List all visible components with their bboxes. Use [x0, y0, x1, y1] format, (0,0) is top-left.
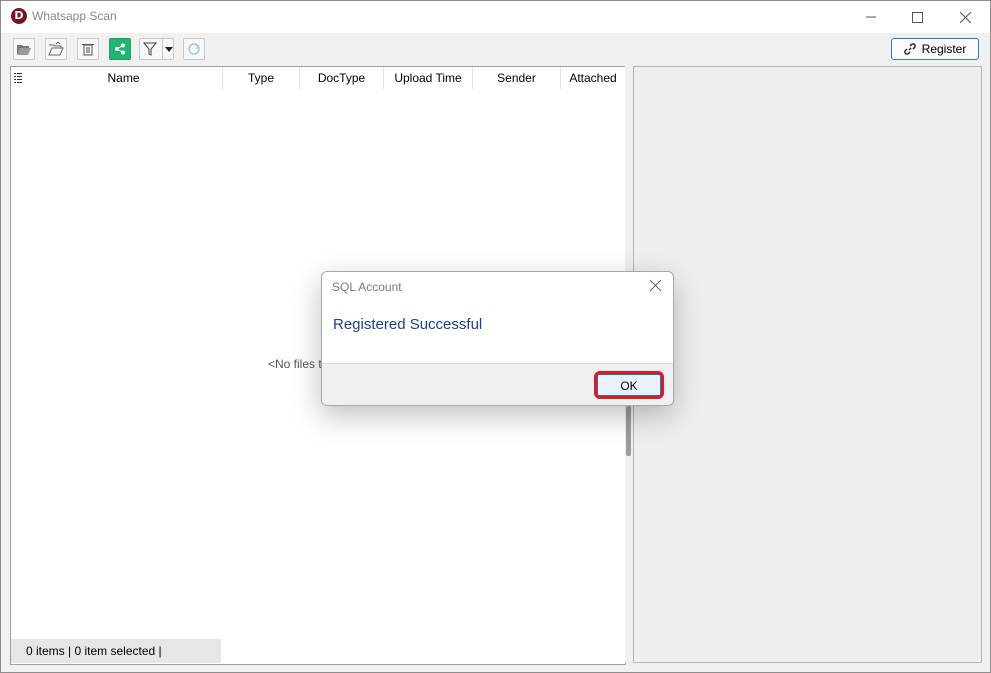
filter-button[interactable] — [139, 38, 174, 60]
maximize-icon — [911, 11, 923, 23]
dialog-close-icon[interactable] — [649, 279, 663, 293]
share-icon — [115, 43, 125, 55]
column-header-attached[interactable]: Attached — [561, 67, 625, 89]
ok-button-highlight — [594, 371, 664, 399]
empty-list-message: <No files t — [268, 357, 322, 371]
column-chooser-icon[interactable] — [11, 67, 25, 89]
filter-icon — [143, 42, 157, 56]
link-icon — [903, 43, 916, 55]
status-bar: 0 items | 0 item selected | — [11, 639, 221, 663]
dialog-message: Registered Successful — [333, 316, 483, 333]
trash-icon — [82, 44, 94, 56]
scrollbar-thumb[interactable] — [626, 406, 631, 456]
open-folder-button[interactable] — [13, 38, 35, 60]
open-folder-icon — [17, 45, 31, 55]
maximize-button[interactable] — [894, 1, 940, 33]
window-title: Whatsapp Scan — [32, 9, 117, 23]
column-header-doctype[interactable]: DocType — [300, 67, 384, 89]
title-bar: D Whatsapp Scan — [1, 1, 990, 33]
refresh-icon — [188, 43, 200, 55]
column-header-name[interactable]: Name — [25, 67, 223, 89]
share-button[interactable] — [109, 38, 131, 60]
column-header-upload-time[interactable]: Upload Time — [384, 67, 473, 89]
delete-button[interactable] — [77, 38, 99, 60]
preview-panel — [633, 66, 982, 663]
chevron-down-icon — [165, 47, 173, 52]
register-button[interactable]: Register — [891, 38, 979, 60]
message-dialog: SQL Account Registered Successful OK — [321, 271, 674, 406]
column-header-type[interactable]: Type — [223, 67, 300, 89]
grid-header: Name Type DocType Upload Time Sender Att… — [11, 67, 625, 89]
close-icon — [959, 11, 971, 23]
refresh-button[interactable] — [183, 38, 205, 60]
register-label: Register — [921, 42, 967, 56]
dialog-title: SQL Account — [332, 280, 402, 294]
column-header-sender[interactable]: Sender — [473, 67, 561, 89]
toolbar: Register — [1, 33, 990, 65]
close-button[interactable] — [942, 1, 988, 33]
minimize-icon — [866, 16, 876, 18]
open-folder-outline-button[interactable] — [45, 38, 67, 60]
minimize-button[interactable] — [848, 1, 894, 33]
app-logo-icon: D — [11, 8, 27, 24]
open-folder-outline-icon — [48, 42, 64, 56]
